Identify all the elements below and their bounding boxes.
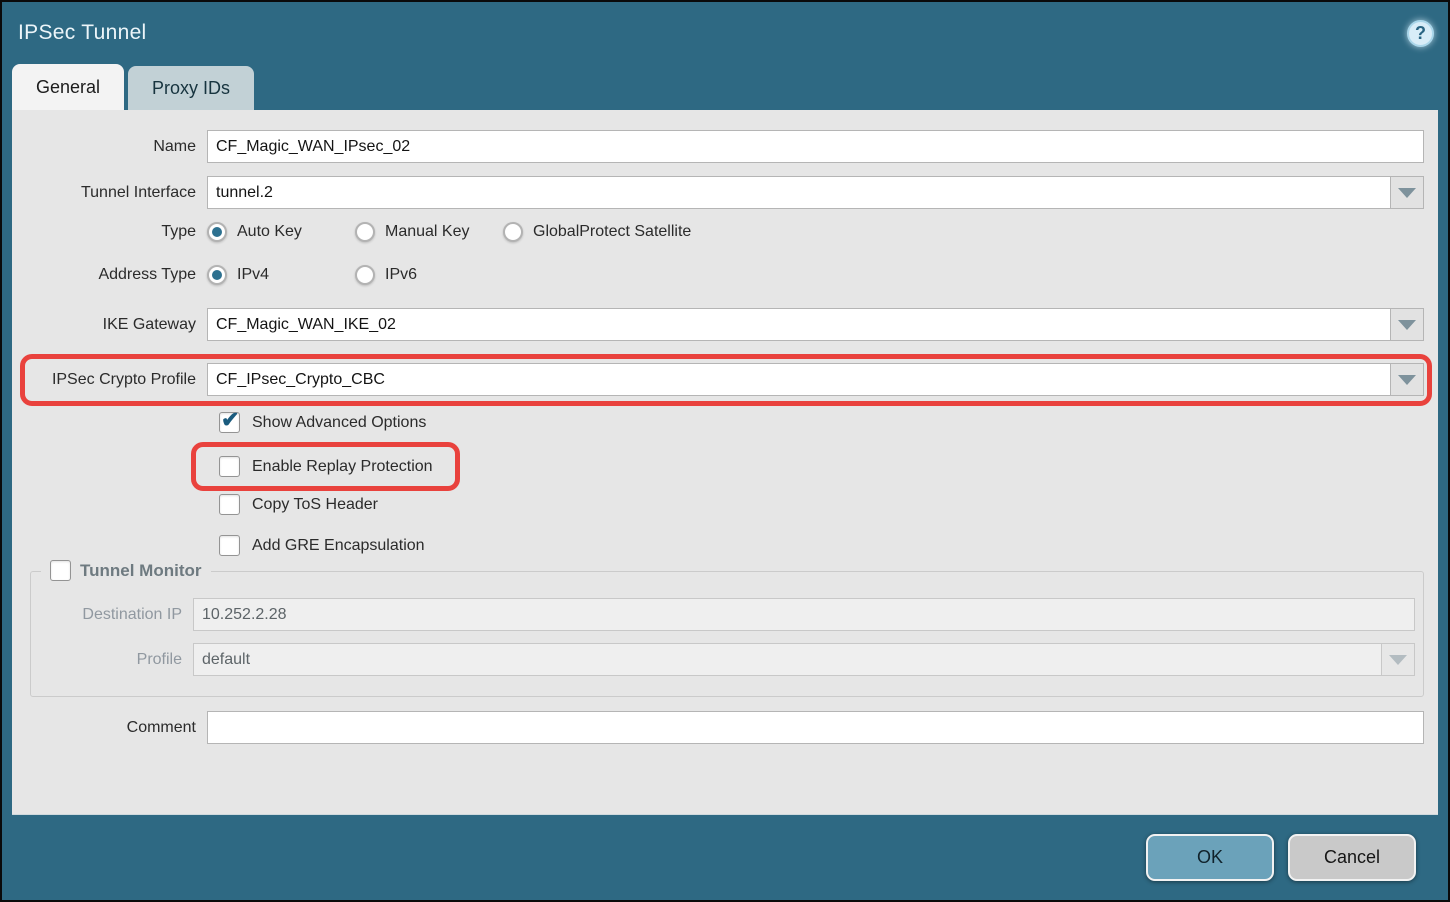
radio-option-manual-key[interactable]: Manual Key <box>355 222 483 242</box>
radio-option-globalprotect-satellite[interactable]: GlobalProtect Satellite <box>503 222 691 242</box>
help-icon[interactable]: ? <box>1407 20 1434 47</box>
comment-input[interactable] <box>207 711 1424 744</box>
radio-icon <box>207 265 227 285</box>
ike-gateway-dropdown-button[interactable] <box>1390 308 1424 341</box>
radio-option-auto-key[interactable]: Auto Key <box>207 222 335 242</box>
tunnel-monitor-checkbox[interactable] <box>50 560 71 581</box>
type-radio-group: Auto Key Manual Key GlobalProtect Satell… <box>207 222 711 242</box>
radio-icon <box>207 222 227 242</box>
tunnel-interface-input[interactable] <box>207 176 1391 209</box>
show-advanced-options-row[interactable]: Show Advanced Options <box>32 412 1424 433</box>
monitor-profile-input <box>193 643 1382 676</box>
ike-gateway-label: IKE Gateway <box>32 316 207 334</box>
ike-gateway-input[interactable] <box>207 308 1391 341</box>
address-type-radio-group: IPv4 IPv6 <box>207 265 503 285</box>
radio-option-ipv6[interactable]: IPv6 <box>355 265 483 285</box>
type-row: Type Auto Key Manual Key GlobalProtect S… <box>32 222 1424 242</box>
copy-tos-header-row[interactable]: Copy ToS Header <box>32 494 1424 515</box>
chevron-down-icon <box>1389 655 1407 665</box>
tunnel-interface-combo <box>207 176 1424 209</box>
address-type-row: Address Type IPv4 IPv6 <box>32 265 1424 285</box>
tab-proxy-ids[interactable]: Proxy IDs <box>128 66 254 110</box>
dialog-footer: OK Cancel <box>2 815 1448 900</box>
tunnel-monitor-fieldset: Tunnel Monitor Destination IP Profile <box>30 571 1424 697</box>
tunnel-interface-row: Tunnel Interface <box>32 176 1424 209</box>
tunnel-interface-label: Tunnel Interface <box>32 184 207 202</box>
ipsec-crypto-profile-label: IPSec Crypto Profile <box>32 371 207 389</box>
name-row: Name <box>32 130 1424 163</box>
radio-icon <box>355 265 375 285</box>
chevron-down-icon <box>1398 320 1416 330</box>
ipsec-crypto-profile-row: IPSec Crypto Profile <box>32 363 1424 396</box>
destination-ip-label: Destination IP <box>31 606 193 624</box>
type-label: Type <box>32 223 207 241</box>
comment-label: Comment <box>32 719 207 737</box>
general-tab-panel: Name Tunnel Interface Type Auto Key <box>12 110 1438 815</box>
chevron-down-icon <box>1398 188 1416 198</box>
comment-row: Comment <box>32 711 1424 744</box>
monitor-profile-dropdown-button <box>1381 643 1415 676</box>
name-label: Name <box>32 138 207 156</box>
enable-replay-protection-checkbox[interactable] <box>219 456 240 477</box>
radio-icon <box>503 222 523 242</box>
ipsec-crypto-profile-combo <box>207 363 1424 396</box>
destination-ip-input <box>193 598 1415 631</box>
ok-button[interactable]: OK <box>1146 834 1274 881</box>
name-input[interactable] <box>207 130 1424 163</box>
highlight-box-enable-replay-protection: Enable Replay Protection <box>191 442 460 491</box>
chevron-down-icon <box>1398 375 1416 385</box>
tunnel-interface-dropdown-button[interactable] <box>1390 176 1424 209</box>
destination-ip-row: Destination IP <box>31 598 1415 631</box>
dialog-titlebar: IPSec Tunnel ? <box>2 2 1448 64</box>
show-advanced-options-checkbox[interactable] <box>219 412 240 433</box>
monitor-profile-label: Profile <box>31 651 193 669</box>
tab-general[interactable]: General <box>12 64 124 110</box>
address-type-label: Address Type <box>32 266 207 284</box>
enable-replay-protection-row: Enable Replay Protection <box>32 442 1424 491</box>
ipsec-crypto-profile-input[interactable] <box>207 363 1391 396</box>
ike-gateway-row: IKE Gateway <box>32 308 1424 341</box>
monitor-profile-row: Profile <box>31 643 1415 676</box>
add-gre-encapsulation-row[interactable]: Add GRE Encapsulation <box>32 535 1424 556</box>
ipsec-tunnel-dialog: IPSec Tunnel ? General Proxy IDs Name Tu… <box>0 0 1450 902</box>
tunnel-monitor-legend: Tunnel Monitor <box>41 560 211 581</box>
radio-icon <box>355 222 375 242</box>
radio-option-ipv4[interactable]: IPv4 <box>207 265 335 285</box>
cancel-button[interactable]: Cancel <box>1288 834 1416 881</box>
highlight-box-ipsec-crypto-profile: IPSec Crypto Profile <box>20 354 1432 406</box>
ipsec-crypto-profile-dropdown-button[interactable] <box>1390 363 1424 396</box>
copy-tos-header-checkbox[interactable] <box>219 494 240 515</box>
monitor-profile-combo <box>193 643 1415 676</box>
add-gre-encapsulation-checkbox[interactable] <box>219 535 240 556</box>
tab-bar: General Proxy IDs <box>2 64 1448 110</box>
dialog-title: IPSec Tunnel <box>18 21 147 45</box>
ike-gateway-combo <box>207 308 1424 341</box>
